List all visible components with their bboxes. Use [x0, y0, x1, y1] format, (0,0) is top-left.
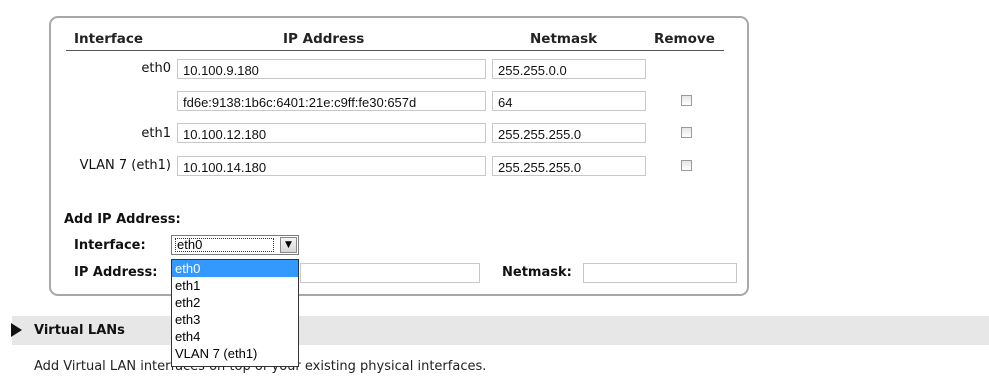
netmask-field[interactable]: 255.255.255.0: [492, 123, 646, 143]
dropdown-option-eth2[interactable]: eth2: [172, 294, 298, 311]
add-ip-input[interactable]: [300, 263, 480, 283]
add-netmask-input[interactable]: [583, 263, 737, 283]
virtual-lans-section-header[interactable]: [12, 316, 989, 345]
netmask-field[interactable]: 64: [492, 91, 646, 111]
row-interface-label: eth1: [141, 126, 171, 141]
remove-checkbox[interactable]: [681, 127, 692, 138]
remove-checkbox[interactable]: [681, 95, 692, 106]
virtual-lans-title[interactable]: Virtual LANs: [34, 323, 125, 338]
netmask-field[interactable]: 255.255.0.0: [492, 59, 646, 79]
row-interface-label: eth0: [141, 61, 171, 76]
dropdown-option-vlan7[interactable]: VLAN 7 (eth1): [172, 345, 298, 362]
add-ip-title: Add IP Address:: [64, 212, 181, 227]
dropdown-option-eth3[interactable]: eth3: [172, 311, 298, 328]
interface-select-value: eth0: [175, 238, 274, 252]
header-remove: Remove: [654, 31, 715, 47]
interface-select[interactable]: eth0 ▼: [171, 235, 299, 255]
dropdown-option-eth4[interactable]: eth4: [172, 328, 298, 345]
remove-checkbox[interactable]: [681, 160, 692, 171]
header-interface: Interface: [74, 31, 144, 47]
header-ip-address: IP Address: [283, 31, 365, 47]
chevron-down-icon[interactable]: ▼: [280, 237, 297, 253]
add-interface-label: Interface:: [74, 238, 146, 253]
ip-address-field[interactable]: fd6e:9138:1b6c:6401:21e:c9ff:fe30:657d: [177, 91, 486, 111]
add-netmask-label: Netmask:: [502, 265, 572, 280]
add-ip-label: IP Address:: [74, 265, 158, 280]
row-interface-label: VLAN 7 (eth1): [79, 158, 171, 173]
ip-address-field[interactable]: 10.100.14.180: [177, 156, 486, 176]
netmask-field[interactable]: 255.255.255.0: [492, 156, 646, 176]
header-netmask: Netmask: [530, 31, 598, 47]
header-divider: [66, 50, 724, 51]
dropdown-option-eth1[interactable]: eth1: [172, 277, 298, 294]
dropdown-option-eth0[interactable]: eth0: [172, 260, 298, 277]
expand-arrow-icon[interactable]: [11, 323, 22, 337]
interface-dropdown-list: eth0 eth1 eth2 eth3 eth4 VLAN 7 (eth1): [171, 259, 299, 367]
ip-address-field[interactable]: 10.100.9.180: [177, 59, 486, 79]
ip-address-field[interactable]: 10.100.12.180: [177, 123, 486, 143]
